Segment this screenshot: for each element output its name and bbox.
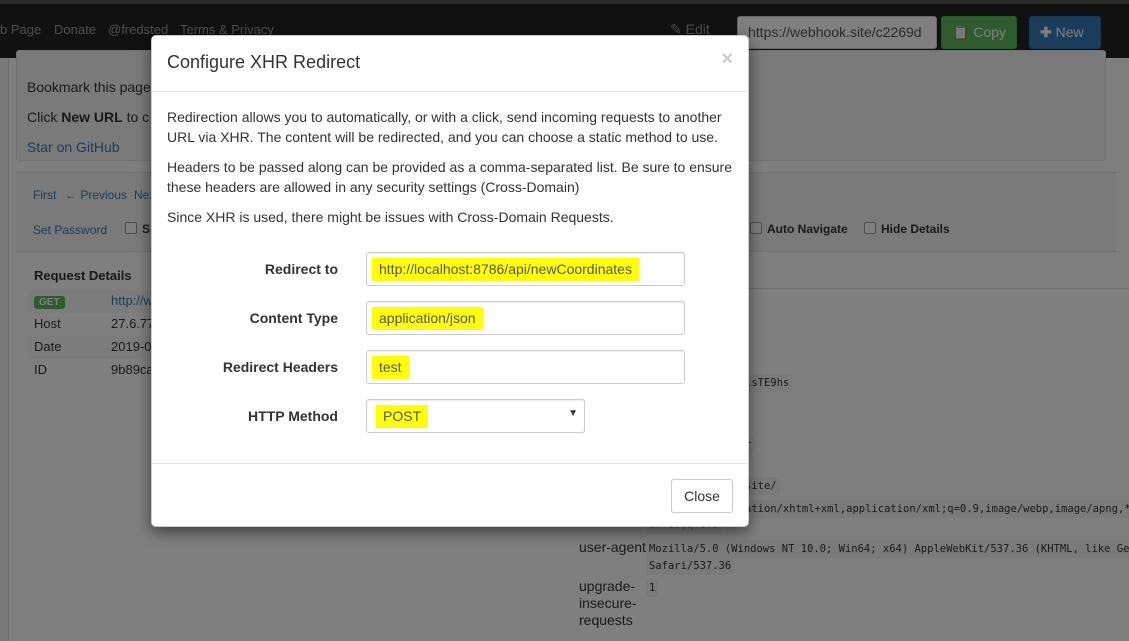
caret-down-icon: ▼: [568, 408, 578, 419]
http-method-row: HTTP Method POST ▼: [152, 399, 718, 433]
http-method-select[interactable]: POST ▼: [366, 399, 585, 433]
redirect-to-input[interactable]: http://localhost:8786/api/newCoordinates: [366, 252, 685, 286]
http-method-label: HTTP Method: [248, 408, 338, 424]
redirect-headers-row: Redirect Headers test: [152, 350, 718, 384]
xhr-warning-paragraph: Since XHR is used, there might be issues…: [167, 209, 614, 225]
content-type-row: Content Type application/json: [152, 301, 718, 335]
content-type-input[interactable]: application/json: [366, 301, 685, 335]
redirect-headers-input[interactable]: test: [366, 350, 685, 384]
close-icon[interactable]: ×: [721, 48, 733, 71]
close-button[interactable]: Close: [671, 479, 733, 513]
redirect-to-label: Redirect to: [264, 261, 338, 277]
headers-paragraph: Headers to be passed along can be provid…: [167, 159, 732, 195]
description-paragraph: Redirection allows you to automatically,…: [167, 109, 722, 145]
http-method-value: POST: [376, 405, 429, 428]
content-type-label: Content Type: [249, 310, 338, 326]
modal-header: Configure XHR Redirect ×: [152, 36, 748, 92]
redirect-headers-value: test: [372, 356, 409, 379]
xhr-redirect-modal: Configure XHR Redirect × Redirection all…: [151, 35, 749, 527]
modal-footer: Close: [152, 463, 748, 527]
modal-body: Redirection allows you to automatically,…: [167, 107, 733, 237]
redirect-to-row: Redirect to http://localhost:8786/api/ne…: [152, 252, 718, 286]
modal-title: Configure XHR Redirect: [167, 52, 361, 72]
redirect-headers-label: Redirect Headers: [222, 359, 338, 375]
redirect-to-value: http://localhost:8786/api/newCoordinates: [372, 258, 639, 281]
content-type-value: application/json: [372, 307, 483, 330]
